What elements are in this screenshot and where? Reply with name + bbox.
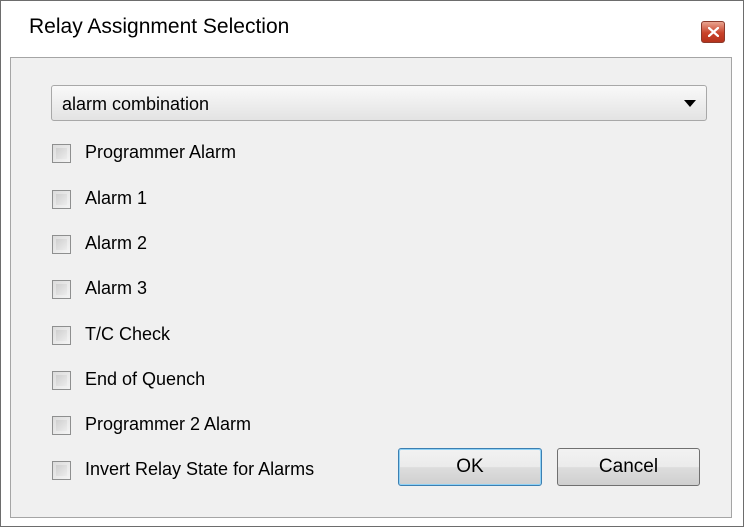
checkbox-box[interactable] <box>52 326 71 345</box>
checkbox-label: Invert Relay State for Alarms <box>85 459 315 479</box>
checkbox-box[interactable] <box>52 190 71 209</box>
close-icon <box>708 27 719 37</box>
chevron-down-icon <box>684 100 696 107</box>
checkbox-label: End of Quench <box>85 369 206 389</box>
checkbox-box[interactable] <box>52 280 71 299</box>
title-bar: Relay Assignment Selection <box>1 1 743 57</box>
window-title: Relay Assignment Selection <box>29 15 290 38</box>
checkbox-box[interactable] <box>52 461 71 480</box>
combobox-selected-value: alarm combination <box>62 94 210 114</box>
dialog-body: alarm combination Programmer Alarm Alarm… <box>10 57 732 518</box>
checkbox-box[interactable] <box>52 235 71 254</box>
checkbox-label: Programmer Alarm <box>85 142 237 162</box>
close-button[interactable] <box>701 21 725 43</box>
dialog-window: Relay Assignment Selection alarm combina… <box>0 0 744 527</box>
checkbox-label: Alarm 3 <box>85 278 148 298</box>
checkbox-box[interactable] <box>52 371 71 390</box>
relay-assignment-combobox[interactable]: alarm combination <box>51 85 707 121</box>
checkbox-label: Programmer 2 Alarm <box>85 414 252 434</box>
checkbox-label: Alarm 2 <box>85 233 148 253</box>
checkbox-box[interactable] <box>52 416 71 435</box>
checkbox-label: T/C Check <box>85 324 171 344</box>
checkbox-box[interactable] <box>52 144 71 163</box>
checkbox-label: Alarm 1 <box>85 188 148 208</box>
ok-button[interactable]: OK <box>398 448 542 486</box>
cancel-button[interactable]: Cancel <box>557 448 700 486</box>
